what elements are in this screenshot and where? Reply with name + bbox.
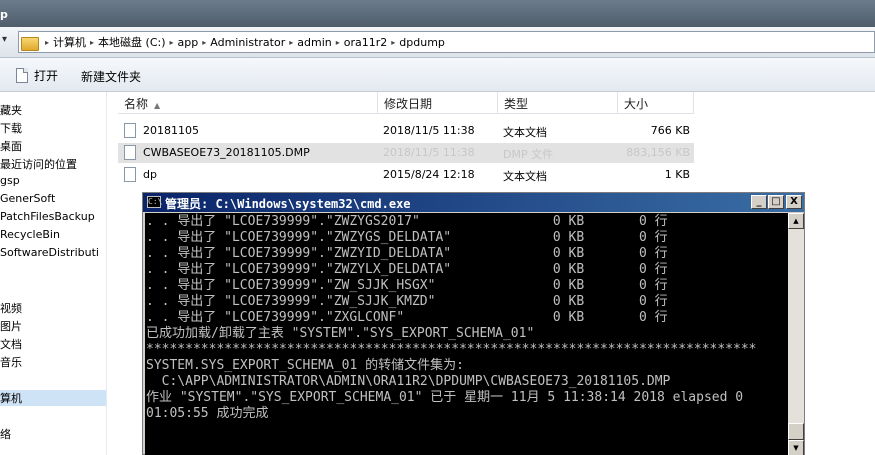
- address-bar-area: ▾ ▸ 计算机 ▸ 本地磁盘 (C:) ▸ app ▸ Administrato…: [0, 27, 875, 58]
- breadcrumb-local-disk[interactable]: 本地磁盘 (C:): [98, 34, 165, 50]
- column-header-name-label: 名称: [124, 97, 149, 111]
- text-file-icon: [124, 167, 136, 182]
- file-type: 文本文档: [503, 126, 547, 139]
- sidebar-item-pictures[interactable]: 图片: [0, 318, 22, 334]
- sidebar-item-documents[interactable]: 文档: [0, 336, 22, 352]
- sort-ascending-icon: ▲: [154, 101, 161, 110]
- sidebar-item-favorites[interactable]: 藏夹: [0, 102, 22, 118]
- scroll-down-icon[interactable]: ▼: [788, 440, 804, 455]
- console-line: . . 导出了 "LCOE739999"."ZW_SJJK_HSGX" 0 KB…: [146, 278, 668, 293]
- file-date: 2018/11/5 11:38: [383, 146, 475, 159]
- file-size: 883,156 KB: [626, 146, 690, 159]
- column-header-name[interactable]: 名称 ▲: [118, 92, 378, 114]
- chevron-right-icon[interactable]: ▸: [289, 38, 293, 47]
- console-line: 作业 "SYSTEM"."SYS_EXPORT_SCHEMA_01" 已于 星期…: [146, 390, 744, 405]
- sidebar-item-genersoft[interactable]: GenerSoft: [0, 192, 55, 205]
- cmd-title-bar[interactable]: C:\ 管理员: C:\Windows\system32\cmd.exe _ □…: [143, 193, 804, 212]
- breadcrumb-ora11r2[interactable]: ora11r2: [344, 36, 388, 49]
- column-header-size[interactable]: 大小: [618, 92, 694, 114]
- file-date: 2015/8/24 12:18: [383, 168, 475, 181]
- console-output[interactable]: . . 导出了 "LCOE739999"."ZWZYGS2017" 0 KB 0…: [145, 213, 788, 455]
- sidebar-item-softwaredistribution[interactable]: SoftwareDistributi: [0, 246, 99, 259]
- sidebar-item-computer[interactable]: 算机: [0, 390, 106, 406]
- dmp-file-icon: [124, 145, 136, 160]
- open-button-label: 打开: [34, 69, 59, 83]
- console-line: . . 导出了 "LCOE739999"."ZWZYGS2017" 0 KB 0…: [146, 214, 668, 229]
- file-type: DMP 文件: [503, 148, 554, 161]
- file-size: 766 KB: [650, 124, 690, 137]
- column-header-size-label: 大小: [624, 97, 649, 111]
- scroll-thumb[interactable]: [788, 423, 804, 440]
- address-bar[interactable]: ▸ 计算机 ▸ 本地磁盘 (C:) ▸ app ▸ Administrator …: [18, 31, 875, 53]
- sidebar-item-recyclebin[interactable]: RecycleBin: [0, 228, 60, 241]
- file-type: 文本文档: [503, 170, 547, 183]
- column-header-date-label: 修改日期: [384, 97, 433, 111]
- breadcrumb-administrator[interactable]: Administrator: [210, 36, 285, 49]
- file-name: 20181105: [143, 124, 199, 137]
- breadcrumb-computer[interactable]: 计算机: [53, 34, 86, 50]
- console-line: . . 导出了 "LCOE739999"."ZWZYID_DELDATA" 0 …: [146, 246, 668, 261]
- breadcrumb-dpdump[interactable]: dpdump: [399, 36, 445, 49]
- file-size: 1 KB: [664, 168, 690, 181]
- breadcrumb-app[interactable]: app: [178, 36, 199, 49]
- command-toolbar: 打开 新建文件夹: [0, 58, 875, 92]
- console-line: 01:05:55 成功完成: [146, 406, 269, 421]
- sidebar-item-music[interactable]: 音乐: [0, 354, 22, 370]
- console-line: . . 导出了 "LCOE739999"."ZW_SJJK_KMZD" 0 KB…: [146, 294, 668, 309]
- sidebar-item-downloads[interactable]: 下载: [0, 120, 22, 136]
- history-dropdown-icon[interactable]: ▾: [2, 34, 16, 50]
- maximize-button[interactable]: □: [768, 195, 784, 209]
- sidebar-item-network[interactable]: 络: [0, 426, 11, 442]
- console-line: 已成功加载/卸载了主表 "SYSTEM"."SYS_EXPORT_SCHEMA_…: [146, 326, 535, 341]
- document-icon: [16, 68, 28, 83]
- cmd-window-title: 管理员: C:\Windows\system32\cmd.exe: [165, 197, 411, 211]
- navigation-pane: 藏夹 下载 桌面 最近访问的位置 gsp GenerSoft PatchFile…: [0, 92, 106, 455]
- console-line: ****************************************…: [146, 342, 757, 357]
- chevron-right-icon[interactable]: ▸: [391, 38, 395, 47]
- window-title: p: [0, 8, 8, 21]
- cmd-window-icon[interactable]: C:\: [147, 196, 162, 208]
- column-header-date[interactable]: 修改日期: [378, 92, 498, 114]
- file-name: CWBASEOE73_20181105.DMP: [143, 146, 310, 159]
- console-line: C:\APP\ADMINISTRATOR\ADMIN\ORA11R2\DPDUM…: [146, 374, 671, 389]
- file-name: dp: [143, 168, 157, 181]
- chevron-right-icon[interactable]: ▸: [90, 38, 94, 47]
- file-row[interactable]: CWBASEOE73_20181105.DMP 2018/11/5 11:38 …: [118, 143, 694, 163]
- file-date: 2018/11/5 11:38: [383, 124, 475, 137]
- sidebar-item-patchfilesbackup[interactable]: PatchFilesBackup: [0, 210, 95, 223]
- explorer-title-bar[interactable]: p: [0, 0, 875, 27]
- close-button[interactable]: X: [786, 195, 802, 209]
- chevron-right-icon[interactable]: ▸: [45, 38, 49, 47]
- file-row[interactable]: dp 2015/8/24 12:18 文本文档 1 KB: [118, 165, 694, 185]
- column-header-type[interactable]: 类型: [498, 92, 618, 114]
- text-file-icon: [124, 123, 136, 138]
- chevron-right-icon[interactable]: ▸: [336, 38, 340, 47]
- console-scrollbar[interactable]: ▲ ▼: [788, 213, 804, 455]
- new-folder-button[interactable]: 新建文件夹: [81, 68, 141, 85]
- sidebar-item-recent-places[interactable]: 最近访问的位置: [0, 156, 77, 172]
- open-button[interactable]: 打开: [16, 67, 58, 84]
- file-row[interactable]: 20181105 2018/11/5 11:38 文本文档 766 KB: [118, 121, 694, 141]
- column-header-type-label: 类型: [504, 97, 529, 111]
- minimize-button[interactable]: _: [751, 195, 767, 209]
- sidebar-item-desktop[interactable]: 桌面: [0, 138, 22, 154]
- scroll-up-icon[interactable]: ▲: [788, 213, 804, 229]
- breadcrumb-admin[interactable]: admin: [297, 36, 331, 49]
- console-line: . . 导出了 "LCOE739999"."ZXGLCONF" 0 KB 0 行: [146, 310, 668, 325]
- sidebar-item-gsp[interactable]: gsp: [0, 174, 20, 187]
- console-line: . . 导出了 "LCOE739999"."ZWZYGS_DELDATA" 0 …: [146, 230, 668, 245]
- folder-icon: [21, 35, 39, 51]
- console-line: . . 导出了 "LCOE739999"."ZWZYLX_DELDATA" 0 …: [146, 262, 668, 277]
- chevron-right-icon[interactable]: ▸: [170, 38, 174, 47]
- pane-divider[interactable]: [106, 92, 107, 455]
- chevron-right-icon[interactable]: ▸: [202, 38, 206, 47]
- cmd-window[interactable]: C:\ 管理员: C:\Windows\system32\cmd.exe _ □…: [142, 192, 805, 455]
- console-line: SYSTEM.SYS_EXPORT_SCHEMA_01 的转储文件集为:: [146, 358, 464, 373]
- sidebar-item-videos[interactable]: 视频: [0, 300, 22, 316]
